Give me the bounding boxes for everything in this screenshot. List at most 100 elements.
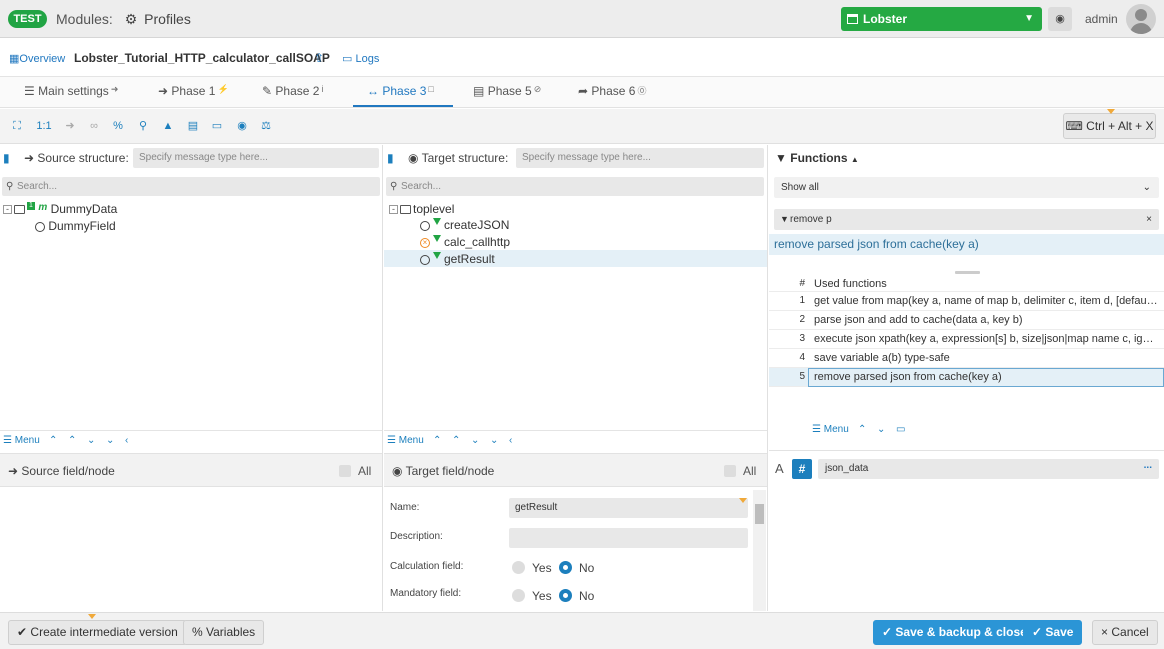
table-row-selected[interactable]: 5 remove parsed json from cache(key a) <box>769 368 1164 387</box>
all-checkbox[interactable] <box>339 465 351 477</box>
last-icon[interactable]: ⌄ <box>106 435 114 446</box>
function-icon <box>433 252 441 259</box>
close-icon[interactable]: × <box>1146 209 1152 230</box>
text-type-button[interactable]: A <box>775 461 784 476</box>
overview-link[interactable]: ▦Overview <box>9 52 65 65</box>
down-icon[interactable]: ⌄ <box>471 435 479 446</box>
logs-link[interactable]: ▭ Logs <box>342 52 379 65</box>
scrollbar-thumb[interactable] <box>755 504 764 524</box>
flask-icon[interactable]: ⚖ <box>258 118 274 134</box>
resize-handle[interactable] <box>955 271 980 274</box>
table-row[interactable]: 2 parse json and add to cache(data a, key… <box>769 311 1164 330</box>
variables-button[interactable]: % Variables <box>183 620 265 645</box>
form-scrollbar[interactable] <box>753 490 766 611</box>
document-icon[interactable]: ▭ <box>896 424 905 435</box>
caret-up-icon: ▲ <box>850 155 859 164</box>
percent-icon[interactable]: % <box>110 118 126 134</box>
create-intermediate-version-button[interactable]: ✔ Create intermediate version <box>8 620 187 645</box>
up-icon[interactable]: ⌃ <box>858 424 866 435</box>
tab-main-settings[interactable]: ☰ Main settings ➜ <box>24 84 118 98</box>
source-header: ▮ ➜ Source structure: Specify message ty… <box>0 145 382 171</box>
calculation-no-radio[interactable] <box>559 561 572 574</box>
menu-button[interactable]: ☰ Menu <box>812 424 849 435</box>
badge-icon: □ <box>428 84 434 94</box>
target-header: ▮ ◉ Target structure: Specify message ty… <box>384 145 767 171</box>
menu-button[interactable]: ☰ Menu <box>3 435 40 446</box>
save-backup-close-button[interactable]: ✓ Save & backup & close <box>873 620 1036 645</box>
description-input[interactable] <box>509 528 748 548</box>
variable-row: A # json_data... <box>769 450 1164 479</box>
source-search-input[interactable]: ⚲ Search... <box>2 177 380 196</box>
last-icon[interactable]: ⌄ <box>490 435 498 446</box>
search-icon[interactable]: ⚲ <box>135 118 151 134</box>
tab-phase-6[interactable]: ➦ Phase 6⓪ <box>578 84 646 98</box>
tree-node[interactable]: - 1 m DummyData <box>3 202 117 216</box>
source-menu-bar: ☰ Menu ⌃ ⌃ ⌄ ⌄ ‹ <box>0 430 382 452</box>
active-tab-indicator <box>353 105 453 107</box>
row-number: 5 <box>799 371 805 382</box>
shortcut-button[interactable]: ⌨ Ctrl + Alt + X <box>1063 113 1156 139</box>
arrow-right-icon[interactable]: ➜ <box>62 118 78 134</box>
menu-button[interactable]: ☰ Menu <box>387 435 424 446</box>
functions-filter-input[interactable]: ▼ remove p × <box>774 209 1159 230</box>
tree-node[interactable]: × calc_callhttp <box>420 235 510 249</box>
table-row[interactable]: 1 get value from map(key a, name of map b… <box>769 292 1164 311</box>
source-type-input[interactable]: Specify message type here... <box>133 148 379 168</box>
row-function: get value from map(key a, name of map b,… <box>814 295 1159 307</box>
calculation-yes-radio[interactable] <box>512 561 525 574</box>
mandatory-yes-radio[interactable] <box>512 589 525 602</box>
export-icon[interactable]: ⇧ <box>314 51 324 65</box>
folder-open-icon[interactable]: ▮ <box>387 151 394 165</box>
folder-open-icon[interactable]: ▮ <box>3 151 10 165</box>
variable-input[interactable]: json_data... <box>818 459 1159 479</box>
target-type-input[interactable]: Specify message type here... <box>516 148 764 168</box>
function-search-result[interactable]: remove parsed json from cache(key a) <box>769 234 1164 255</box>
menu-label: Menu <box>398 435 424 446</box>
expand-icon[interactable]: ⛶ <box>9 118 25 134</box>
cancel-button[interactable]: × Cancel <box>1092 620 1158 645</box>
first-icon[interactable]: ⌃ <box>49 435 57 446</box>
graduation-icon[interactable]: ▲ <box>160 118 176 134</box>
collapse-icon[interactable]: - <box>389 205 398 215</box>
table-row[interactable]: 4 save variable a(b) type-safe <box>769 349 1164 368</box>
table-icon[interactable]: ▤ <box>185 118 201 134</box>
first-icon[interactable]: ⌃ <box>433 435 441 446</box>
tree-node[interactable]: - toplevel <box>389 202 454 216</box>
up-icon[interactable]: ⌃ <box>452 435 460 446</box>
tab-phase-2[interactable]: ✎ Phase 2i <box>262 84 323 98</box>
table-row[interactable]: 3 execute json xpath(key a, expression[s]… <box>769 330 1164 349</box>
target-search-input[interactable]: ⚲ Search... <box>386 177 764 196</box>
tab-phase-1[interactable]: ➜ Phase 1 ⚡ <box>158 84 229 98</box>
eye-icon[interactable]: ◉ <box>234 118 250 134</box>
row-function: execute json xpath(key a, expression[s] … <box>814 333 1159 345</box>
modules-label[interactable]: Modules: <box>56 11 113 27</box>
tab-phase-5[interactable]: ▤ Phase 5 ⊘ <box>473 84 541 98</box>
name-input[interactable]: getResult <box>509 498 748 518</box>
target-panel: ▮ ◉ Target structure: Specify message ty… <box>384 145 768 611</box>
save-button[interactable]: ✓ Save <box>1023 620 1083 645</box>
more-icon[interactable]: ... <box>1144 456 1152 476</box>
user-name[interactable]: admin <box>1085 12 1118 26</box>
functions-category-select[interactable]: Show all ⌄ <box>774 177 1159 198</box>
up-icon[interactable]: ⌃ <box>68 435 76 446</box>
tree-node[interactable]: DummyField <box>35 219 116 233</box>
down-icon[interactable]: ⌄ <box>87 435 95 446</box>
tab-phase-3[interactable]: ↔ Phase 3 □ <box>367 84 434 98</box>
word-icon[interactable]: ▭ <box>209 118 225 134</box>
chevron-left-icon[interactable]: ‹ <box>509 435 512 446</box>
one-to-one-button[interactable]: 1:1 <box>34 118 54 134</box>
chat-button[interactable]: ◉ <box>1048 7 1072 31</box>
collapse-icon[interactable]: - <box>3 205 12 215</box>
profiles-link[interactable]: Profiles <box>144 11 191 27</box>
link-icon[interactable]: ∞ <box>86 118 102 134</box>
mandatory-no-radio[interactable] <box>559 589 572 602</box>
tree-node[interactable]: createJSON <box>420 218 509 232</box>
avatar[interactable] <box>1126 4 1156 34</box>
functions-header[interactable]: ▼ Functions ▲ <box>775 151 859 165</box>
chevron-left-icon[interactable]: ‹ <box>125 435 128 446</box>
tree-node[interactable]: getResult <box>420 252 495 266</box>
environment-select[interactable]: Lobster ▼ <box>841 7 1042 31</box>
down-icon[interactable]: ⌄ <box>877 424 885 435</box>
number-type-button[interactable]: # <box>792 459 812 479</box>
all-checkbox[interactable] <box>724 465 736 477</box>
